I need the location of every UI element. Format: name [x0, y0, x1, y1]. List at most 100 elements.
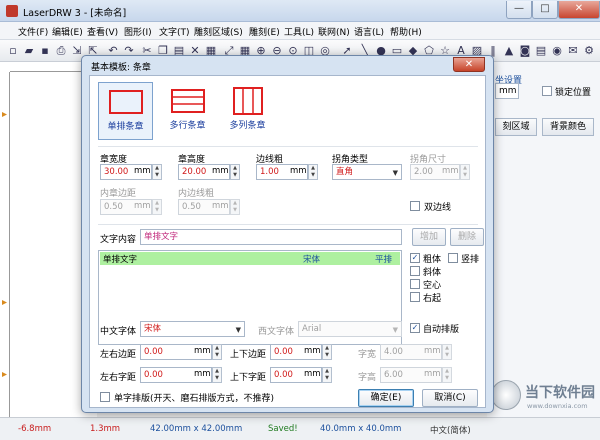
tb-spacing-spinner[interactable]: ▲ ▼: [322, 367, 332, 383]
mail-icon[interactable]: ✉: [566, 44, 580, 58]
menu-file[interactable]: 文件(F): [18, 25, 48, 38]
inner-margin-spinner[interactable]: ▲ ▼: [152, 199, 162, 215]
close-button[interactable]: ✕: [558, 1, 600, 19]
vertical-ruler: [0, 72, 10, 417]
style-multi-row[interactable]: 多行条章: [160, 82, 215, 140]
shape-icon[interactable]: ▲: [502, 44, 516, 58]
double-border-checkbox[interactable]: [410, 201, 420, 211]
watermark-site: www.downxia.com: [527, 402, 588, 410]
ok-button[interactable]: 确定(E): [358, 389, 414, 407]
border-unit: mm: [290, 166, 307, 176]
settings-icon[interactable]: ⚙: [582, 44, 596, 58]
menu-edit[interactable]: 编辑(E): [52, 25, 83, 38]
delete-text-button[interactable]: 删除: [450, 228, 484, 246]
single-char-layout-checkbox[interactable]: [100, 392, 110, 402]
panel-unit: mm: [499, 86, 517, 96]
height-spinner[interactable]: ▲ ▼: [230, 164, 240, 180]
lock-position-checkbox[interactable]: [542, 86, 552, 96]
open-folder-icon[interactable]: ▰: [22, 44, 36, 58]
engrave-icon[interactable]: ◉: [550, 44, 564, 58]
cn-font-value: 宋体: [144, 324, 162, 334]
status-y-coordinate: 1.3mm: [90, 424, 121, 434]
inner-border-unit: mm: [212, 201, 229, 211]
bold-checkbox[interactable]: ✓: [410, 253, 420, 263]
stamp-icon[interactable]: ◙: [518, 44, 532, 58]
region-button[interactable]: 刻区域: [495, 118, 537, 136]
status-x-coordinate: -6.8mm: [18, 424, 52, 434]
double-border-label: 双边线: [424, 203, 452, 213]
multi-column-stamp-icon: [232, 87, 263, 115]
en-font-select[interactable]: Arial ▼: [298, 321, 402, 337]
width-unit: mm: [134, 166, 151, 176]
chevron-down-icon: ▼: [392, 326, 398, 334]
app-icon: [6, 5, 18, 17]
watermark-logo-icon: [491, 380, 521, 410]
tb-margin-label: 上下边距: [230, 350, 267, 360]
ruler-marker-icon: [2, 112, 7, 117]
en-font-label: 西文字体: [258, 327, 295, 337]
dialog-close-button[interactable]: ✕: [453, 57, 485, 72]
menu-text[interactable]: 文字(T): [159, 25, 190, 38]
menu-engrave[interactable]: 雕刻(E): [249, 25, 280, 38]
new-file-icon[interactable]: ▫: [6, 44, 20, 58]
corner-type-select[interactable]: 直角 ▼: [332, 164, 402, 180]
right-start-checkbox[interactable]: [410, 292, 420, 302]
status-selection-size: 42.00mm x 42.00mm: [150, 424, 243, 434]
tb-margin-spinner[interactable]: ▲ ▼: [322, 344, 332, 360]
lr-spacing-spinner[interactable]: ▲ ▼: [212, 367, 222, 383]
title-bar: LaserDRW 3 - [未命名] — □ ✕: [0, 0, 600, 22]
style-single-row[interactable]: 单排条章: [98, 82, 153, 140]
bold-label: 粗体: [423, 255, 442, 265]
add-text-button[interactable]: 增加: [412, 228, 446, 246]
inner-border-spinner[interactable]: ▲ ▼: [230, 199, 240, 215]
corner-type-value: 直角: [336, 167, 354, 177]
cn-font-select[interactable]: 宋体 ▼: [140, 321, 245, 337]
char-height-label: 字高: [358, 373, 377, 383]
char-width-label: 字宽: [358, 350, 377, 360]
char-height-unit: mm: [424, 369, 441, 379]
char-height-spinner[interactable]: ▲ ▼: [442, 367, 452, 383]
background-color-button[interactable]: 背景颜色: [542, 118, 594, 136]
cancel-button[interactable]: 取消(C): [422, 389, 478, 407]
char-width-spinner[interactable]: ▲ ▼: [442, 344, 452, 360]
cn-font-label: 中文字体: [100, 327, 137, 337]
vertical-checkbox[interactable]: [448, 253, 458, 263]
italic-label: 斜体: [423, 268, 442, 278]
style-multi-column-label: 多列条章: [229, 121, 266, 131]
menu-network[interactable]: 联网(N): [318, 25, 350, 38]
lr-spacing-unit: mm: [194, 369, 211, 379]
auto-layout-checkbox[interactable]: ✓: [410, 323, 420, 333]
width-spinner[interactable]: ▲ ▼: [152, 164, 162, 180]
menu-language[interactable]: 语言(L): [354, 25, 384, 38]
text-content-label: 文字内容: [100, 235, 137, 245]
table-icon[interactable]: ▤: [534, 44, 548, 58]
menu-tools[interactable]: 工具(L): [284, 25, 314, 38]
print-icon[interactable]: ⎙: [54, 44, 68, 58]
tb-margin-unit: mm: [304, 346, 321, 356]
list-item[interactable]: 单排文字 宋体 平排: [100, 252, 400, 265]
inner-margin-unit: mm: [134, 201, 151, 211]
italic-checkbox[interactable]: [410, 266, 420, 276]
inner-margin-label: 内章边距: [100, 189, 137, 199]
menu-view[interactable]: 查看(V): [87, 25, 118, 38]
corner-size-unit: mm: [442, 166, 459, 176]
lr-margin-spinner[interactable]: ▲ ▼: [212, 344, 222, 360]
minimize-button[interactable]: —: [506, 1, 532, 19]
single-row-stamp-icon: [108, 90, 143, 114]
single-char-layout-label: 单字排版(开天、磨石排版方式，不推荐): [114, 394, 275, 404]
menu-help[interactable]: 帮助(H): [390, 25, 422, 38]
style-multi-column[interactable]: 多列条章: [220, 82, 275, 140]
menu-shape[interactable]: 图形(I): [124, 25, 152, 38]
menu-bar: 文件(F) 编辑(E) 查看(V) 图形(I) 文字(T) 雕刻区域(S) 雕刻…: [0, 22, 600, 40]
properties-panel: 坐设置 mm 锁定位置 刻区域 背景颜色: [487, 62, 600, 417]
border-spinner[interactable]: ▲ ▼: [308, 164, 318, 180]
char-width-unit: mm: [424, 346, 441, 356]
text-content-input[interactable]: 单排文字: [140, 229, 402, 245]
save-icon[interactable]: ▪: [38, 44, 52, 58]
corner-size-spinner[interactable]: ▲ ▼: [460, 164, 470, 180]
lr-spacing-label: 左右字距: [100, 373, 137, 383]
tb-spacing-unit: mm: [304, 369, 321, 379]
hollow-checkbox[interactable]: [410, 279, 420, 289]
menu-engrave-area[interactable]: 雕刻区域(S): [194, 25, 243, 38]
maximize-button[interactable]: □: [532, 1, 558, 19]
